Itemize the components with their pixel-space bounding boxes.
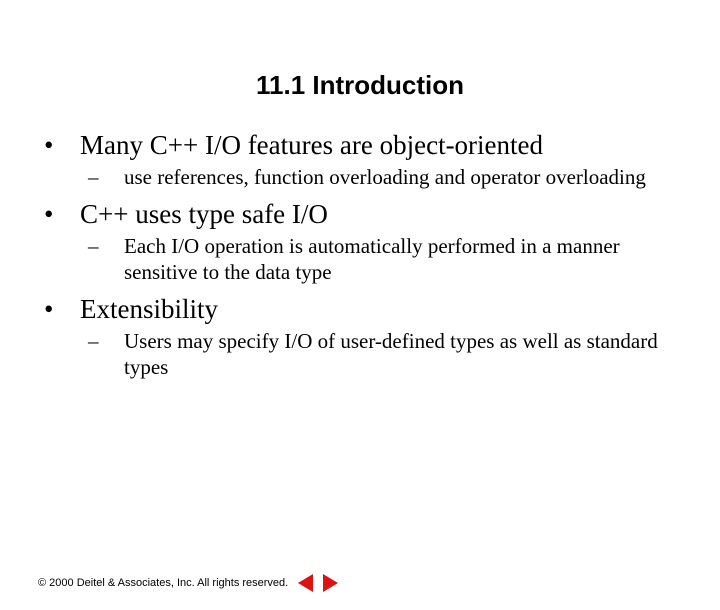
slide-title: 11.1 Introduction: [0, 70, 720, 101]
bullet-text: Users may specify I/O of user-defined ty…: [124, 329, 658, 379]
bullet-level1: •C++ uses type safe I/O: [80, 198, 658, 232]
footer: © 2000 Deitel & Associates, Inc. All rig…: [38, 574, 338, 592]
bullet-level2: –Users may specify I/O of user-defined t…: [124, 329, 658, 380]
bullet-text: Each I/O operation is automatically perf…: [124, 234, 620, 284]
bullet-text: use references, function overloading and…: [124, 165, 646, 189]
bullet-level2: –use references, function overloading an…: [124, 165, 658, 191]
slide-content: •Many C++ I/O features are object-orient…: [0, 129, 720, 380]
bullet-level1: •Extensibility: [80, 293, 658, 327]
bullet-level1: •Many C++ I/O features are object-orient…: [80, 129, 658, 163]
prev-button[interactable]: [298, 574, 313, 592]
next-button[interactable]: [323, 574, 338, 592]
bullet-text: Many C++ I/O features are object-oriente…: [80, 130, 543, 160]
bullet-text: Extensibility: [80, 294, 218, 324]
bullet-text: C++ uses type safe I/O: [80, 199, 328, 229]
slide: 11.1 Introduction •Many C++ I/O features…: [0, 70, 720, 610]
bullet-level2: –Each I/O operation is automatically per…: [124, 234, 658, 285]
copyright-text: © 2000 Deitel & Associates, Inc. All rig…: [38, 577, 288, 589]
